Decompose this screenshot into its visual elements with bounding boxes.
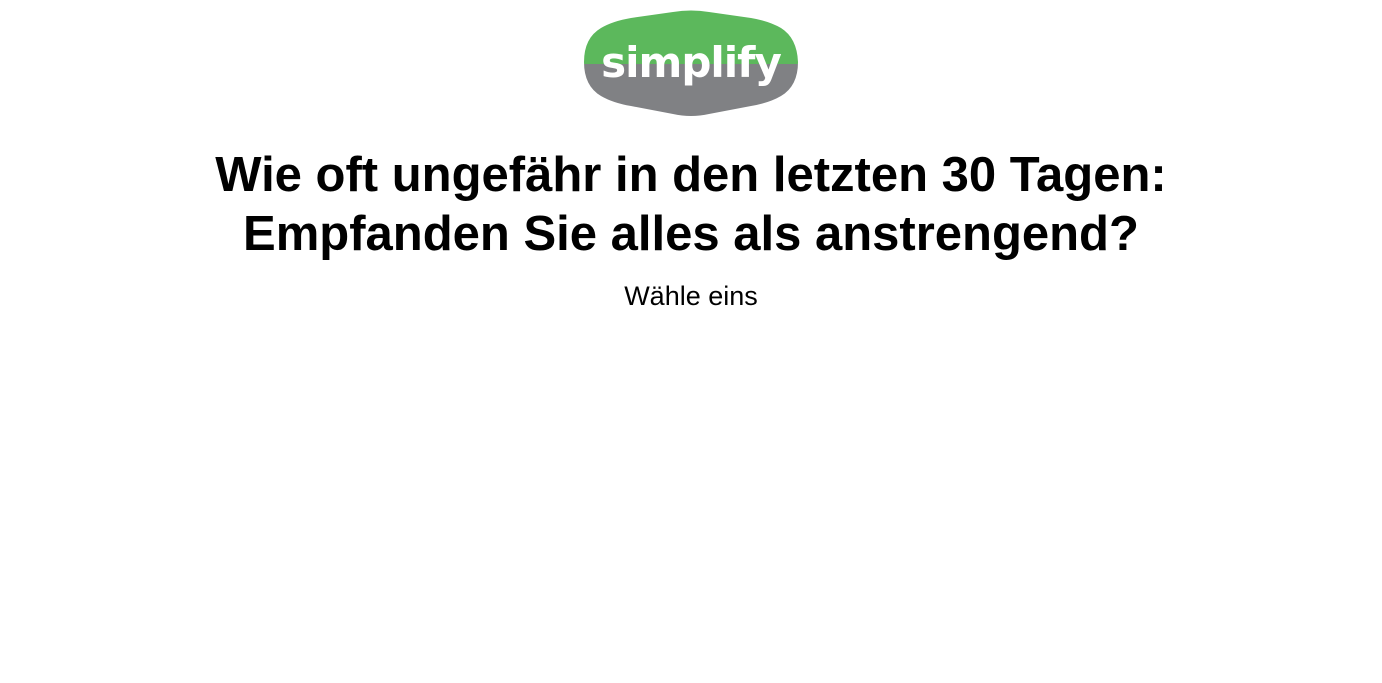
simplify-logo: simplify [583,10,799,120]
survey-page: simplify Wie oft ungefähr in den letzten… [0,0,1382,683]
question-line-1: Wie oft ungefähr in den letzten 30 Tagen… [215,148,1167,202]
choose-one-instruction: Wähle eins [624,281,758,311]
logo-wordmark: simplify [601,38,781,87]
question-line-2: Empfanden Sie alles als anstrengend? [243,207,1139,261]
question-heading: Wie oft ungefähr in den letzten 30 Tagen… [0,146,1382,264]
